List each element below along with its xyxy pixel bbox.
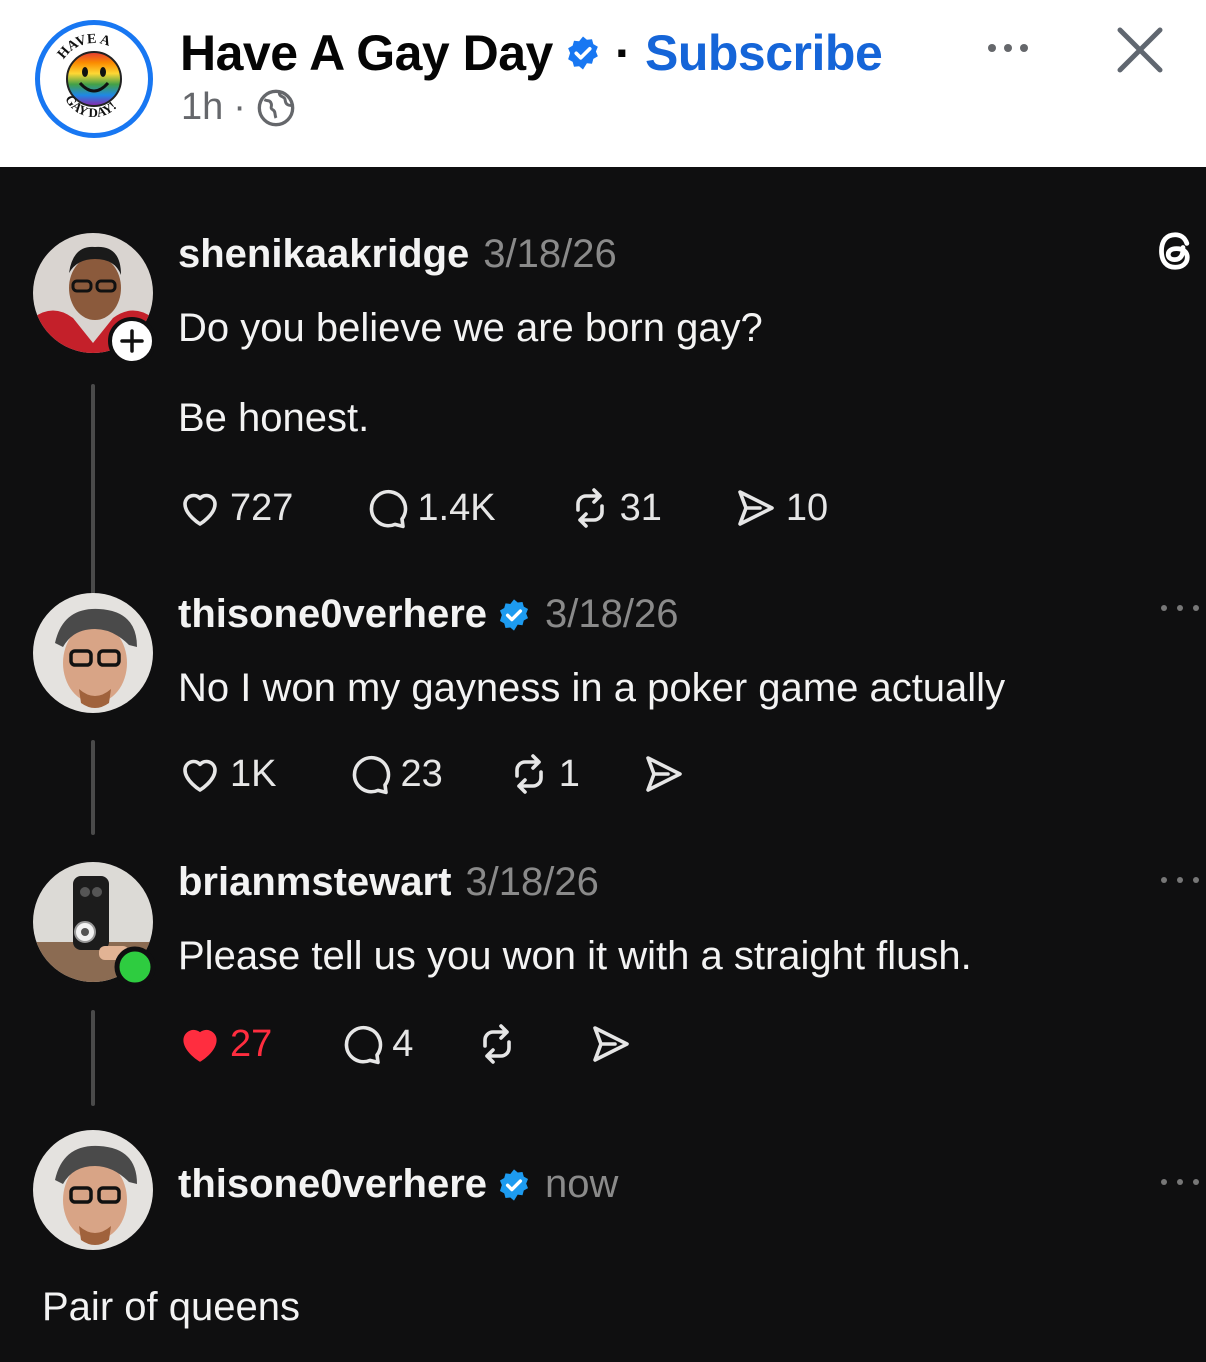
repost-button[interactable]: 1 [505, 750, 580, 798]
comment-icon [370, 489, 408, 529]
avatar[interactable] [33, 1130, 153, 1250]
threads-logo-icon [1159, 232, 1190, 270]
post-author-row: thisone0verhere now [178, 1162, 618, 1207]
post-date: 3/18/26 [465, 860, 599, 904]
comment-count: 4 [392, 1022, 414, 1065]
post-actions: 27 4 [176, 1020, 635, 1068]
meta-separator: · [233, 86, 246, 128]
comment-button[interactable]: 23 [346, 750, 443, 798]
post-actions: 727 1.4K 31 10 [176, 484, 828, 532]
like-button[interactable]: 727 [176, 484, 293, 532]
more-options-icon[interactable] [1158, 1174, 1202, 1190]
share-button[interactable] [587, 1020, 635, 1068]
repost-icon [514, 754, 543, 794]
follow-plus-icon[interactable] [108, 317, 156, 365]
heart-icon [183, 493, 217, 526]
send-icon [646, 756, 682, 792]
post-text: Be honest. [178, 396, 370, 440]
like-count: 727 [230, 486, 294, 529]
thread-connector [91, 1010, 95, 1106]
verified-icon [500, 1168, 529, 1201]
comment-icon [353, 755, 391, 795]
post-meta: 1h · [181, 86, 296, 129]
globe-icon [257, 89, 295, 126]
have-a-gay-day-logo: HAVE A GAY DAY! [42, 27, 146, 131]
page-name[interactable]: Have A Gay Day [180, 24, 553, 82]
page-avatar[interactable]: HAVE A GAY DAY! [35, 20, 153, 138]
comment-button[interactable]: 1.4K [363, 484, 496, 532]
thread-connector [91, 384, 95, 596]
username[interactable]: thisone0verhere [178, 592, 487, 637]
title-separator: · [614, 25, 632, 81]
post-date: 3/18/26 [545, 592, 679, 636]
share-count: 10 [785, 486, 829, 529]
share-button[interactable]: 10 [732, 484, 828, 532]
like-button[interactable]: 1K [176, 750, 276, 798]
subscribe-button[interactable]: Subscribe [645, 24, 883, 82]
like-count: 27 [230, 1022, 273, 1065]
post-header: HAVE A GAY DAY! Have A Gay Day · Subscri… [0, 0, 1206, 167]
online-status-icon [114, 946, 156, 988]
more-options-icon[interactable] [1158, 872, 1202, 888]
post-date: 3/18/26 [483, 232, 617, 276]
repost-button[interactable]: 31 [566, 484, 662, 532]
thread-connector [91, 740, 95, 835]
share-button[interactable] [640, 750, 688, 798]
username[interactable]: shenikaakridge [178, 232, 469, 277]
post-text: No I won my gayness in a poker game actu… [178, 666, 1006, 710]
more-options-icon[interactable] [978, 28, 1038, 68]
repost-count: 1 [558, 752, 580, 795]
comment-count: 1.4K [417, 486, 496, 529]
like-count: 1K [230, 752, 277, 795]
post-date: now [545, 1162, 619, 1206]
post-time[interactable]: 1h [181, 86, 223, 129]
repost-icon [483, 1024, 512, 1064]
send-icon [738, 490, 774, 526]
post-author-row: shenikaakridge 3/18/26 [178, 232, 617, 277]
verified-icon [500, 598, 529, 631]
repost-icon [575, 488, 604, 528]
repost-count: 31 [619, 486, 662, 529]
post-text: Do you believe we are born gay? [178, 306, 763, 350]
post-actions: 1K 23 1 [176, 750, 688, 798]
username[interactable]: thisone0verhere [178, 1162, 487, 1207]
like-button[interactable]: 27 [176, 1020, 272, 1068]
page-title-row: Have A Gay Day · Subscribe [180, 24, 883, 82]
heart-icon [183, 759, 217, 792]
close-icon[interactable] [1112, 22, 1168, 78]
more-options-icon[interactable] [1158, 600, 1202, 616]
post-author-row: thisone0verhere 3/18/26 [178, 592, 679, 637]
repost-button[interactable] [473, 1020, 521, 1068]
post-text: Pair of queens [42, 1285, 300, 1329]
post-text: Please tell us you won it with a straigh… [178, 934, 972, 978]
username[interactable]: brianmstewart [178, 860, 451, 905]
post-author-row: brianmstewart 3/18/26 [178, 860, 599, 905]
comment-icon [344, 1025, 383, 1065]
verified-icon [567, 36, 598, 70]
send-icon [593, 1026, 630, 1062]
comment-count: 23 [400, 752, 443, 795]
comment-button[interactable]: 4 [338, 1020, 413, 1068]
heart-filled-icon [183, 1029, 217, 1062]
avatar[interactable] [33, 593, 153, 713]
